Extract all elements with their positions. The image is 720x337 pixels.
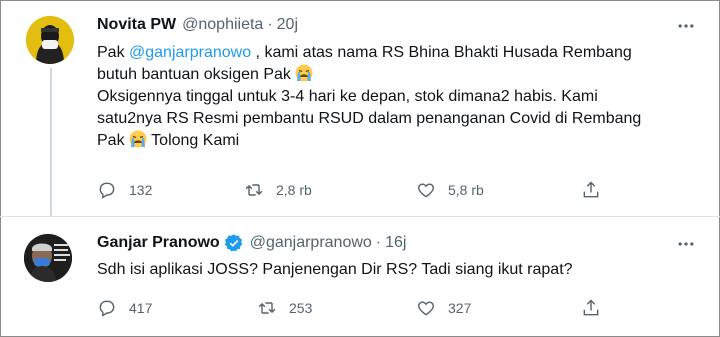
tweet-text: Pak @ganjarpranowo , kami atas nama RS B… (97, 42, 641, 152)
timestamp[interactable]: 16j (385, 234, 406, 252)
tweet-line: satu2nya RS Resmi pembantu RSUD dalam pe… (97, 110, 642, 127)
reply-icon (99, 300, 115, 317)
retweet-icon (245, 184, 263, 196)
like-icon (418, 301, 434, 316)
separator: · (375, 234, 382, 251)
tweet-text: Sdh isi aplikasi JOSS? Panjenengan Dir R… (97, 261, 573, 278)
mention-link[interactable]: @ganjarpranowo (129, 44, 251, 61)
retweet-button[interactable]: 253 (257, 296, 312, 320)
tweet-header: Novita PW @nophiieta · 20j (97, 14, 298, 36)
author-handle[interactable]: @nophiieta (182, 16, 263, 34)
avatar[interactable] (24, 234, 72, 282)
reply-button[interactable]: 417 (97, 296, 152, 320)
reply-icon (99, 182, 115, 199)
like-button[interactable]: 327 (416, 296, 471, 320)
retweet-button[interactable]: 2,8 rb (244, 178, 312, 202)
divider (0, 216, 720, 217)
separator: · (267, 16, 273, 33)
verified-badge-icon (224, 234, 242, 252)
crying-face-emoji (129, 130, 147, 148)
timestamp[interactable]: 20j (277, 16, 298, 34)
author-name[interactable]: Novita PW (97, 16, 176, 34)
like-icon (418, 183, 434, 198)
tweet-line: Pak @ganjarpranowo , kami atas nama RS B… (97, 44, 632, 61)
tweet-actions: 132 2,8 rb 5,8 rb (97, 178, 617, 202)
retweet-icon (258, 302, 276, 314)
like-button[interactable]: 5,8 rb (416, 178, 484, 202)
share-icon (583, 181, 599, 198)
tweet-header: Ganjar Pranowo @ganjarpranowo · 16j (97, 232, 406, 254)
tweet-line: Pak Tolong Kami (97, 130, 240, 149)
tweet-line: Oksigennya tinggal untuk 3-4 hari ke dep… (97, 88, 598, 105)
reply-button[interactable]: 132 (97, 178, 152, 202)
crying-face-emoji (295, 64, 313, 82)
tweet-line: butuh bantuan oksigen Pak (97, 64, 641, 86)
avatar[interactable] (26, 16, 74, 64)
retweet-count: 253 (289, 300, 313, 316)
tweet-actions: 417 253 327 (97, 296, 617, 320)
author-handle[interactable]: @ganjarpranowo (250, 234, 372, 252)
author-name[interactable]: Ganjar Pranowo (97, 234, 220, 252)
share-button[interactable] (581, 178, 601, 202)
share-icon (583, 299, 599, 316)
thread-line (50, 68, 52, 216)
reply-count: 132 (129, 182, 153, 198)
share-button[interactable] (581, 296, 601, 320)
reply-count: 417 (129, 300, 153, 316)
more-icon[interactable] (676, 16, 696, 36)
like-count: 327 (448, 300, 472, 316)
retweet-count: 2,8 rb (276, 182, 312, 198)
more-icon[interactable] (676, 234, 696, 254)
like-count: 5,8 rb (448, 182, 484, 198)
